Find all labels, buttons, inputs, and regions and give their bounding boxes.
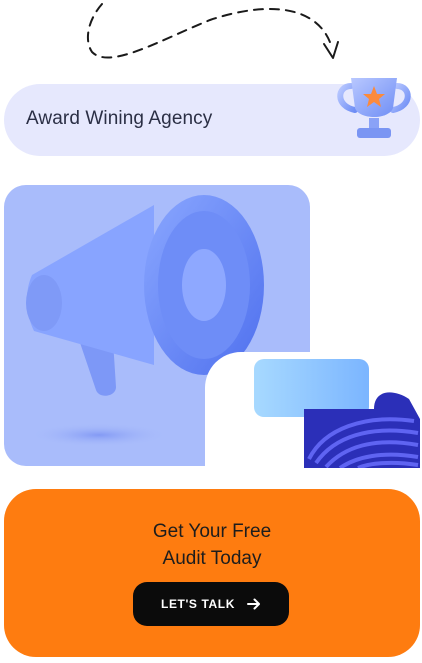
arrow-right-icon — [246, 598, 260, 610]
dashed-arrow-icon — [86, 3, 339, 59]
trophy-icon — [337, 78, 411, 138]
award-text: Award Wining Agency — [26, 108, 213, 129]
abstract-waves-illustration — [254, 359, 420, 468]
cta-heading-line1: Get Your Free — [152, 521, 272, 542]
cta-heading-line2: Audit Today — [162, 548, 262, 569]
lets-talk-label: LET'S TALK — [161, 597, 235, 611]
award-banner: Award Wining Agency — [4, 78, 420, 156]
cta-card: Get Your Free Audit Today LET'S TALK — [4, 489, 420, 657]
lets-talk-button[interactable]: LET'S TALK — [133, 582, 289, 626]
